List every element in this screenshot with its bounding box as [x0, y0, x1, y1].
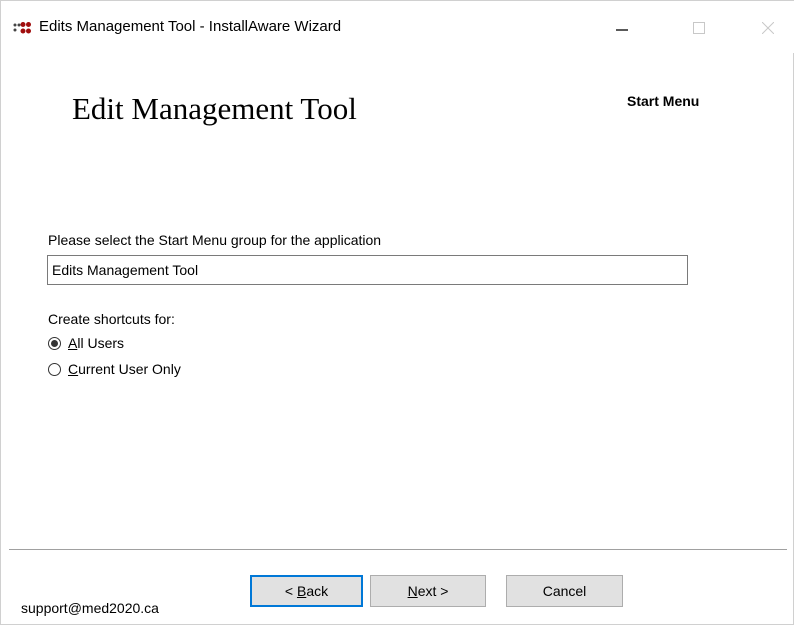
- footer-divider: [9, 549, 787, 550]
- back-text: ack: [306, 583, 329, 599]
- mnemonic-b: B: [296, 583, 307, 599]
- radio-checked-icon[interactable]: [48, 336, 61, 350]
- radio-current-user-text: urrent User Only: [78, 361, 181, 377]
- back-button[interactable]: < Back: [250, 575, 363, 607]
- title-bar[interactable]: Edits Management Tool - InstallAware Wiz…: [1, 1, 794, 53]
- radio-all-users-text: ll Users: [77, 335, 125, 351]
- mnemonic-n: N: [407, 583, 418, 599]
- support-email: support@med2020.ca: [21, 600, 159, 616]
- radio-current-user-only[interactable]: Current User Only: [48, 359, 181, 379]
- radio-current-user-label: Current User Only: [68, 361, 181, 377]
- next-button[interactable]: Next >: [370, 575, 486, 607]
- mnemonic-a: A: [68, 335, 78, 351]
- product-title: Edit Management Tool: [72, 91, 357, 126]
- start-menu-group-label: Please select the Start Menu group for t…: [48, 232, 382, 248]
- page-name: Start Menu: [627, 93, 700, 109]
- cancel-button[interactable]: Cancel: [506, 575, 623, 607]
- shortcuts-label: Create shortcuts for:: [48, 311, 175, 327]
- radio-unchecked-icon[interactable]: [48, 362, 61, 376]
- installaware-dots-icon: [13, 22, 31, 34]
- maximize-icon: [693, 22, 705, 34]
- next-text: ext >: [417, 583, 449, 599]
- minimize-button[interactable]: [599, 5, 645, 51]
- back-prefix: <: [284, 583, 297, 599]
- radio-all-users-label: All Users: [68, 335, 124, 351]
- close-button[interactable]: [745, 5, 791, 51]
- close-icon: [762, 22, 774, 34]
- window-title: Edits Management Tool - InstallAware Wiz…: [39, 18, 342, 35]
- start-menu-group-input[interactable]: [47, 255, 688, 285]
- mnemonic-c: C: [68, 361, 79, 377]
- minimize-icon: [616, 29, 628, 31]
- radio-all-users[interactable]: All Users: [48, 333, 124, 353]
- maximize-button[interactable]: [676, 5, 722, 51]
- installer-window: Edits Management Tool - InstallAware Wiz…: [0, 0, 794, 625]
